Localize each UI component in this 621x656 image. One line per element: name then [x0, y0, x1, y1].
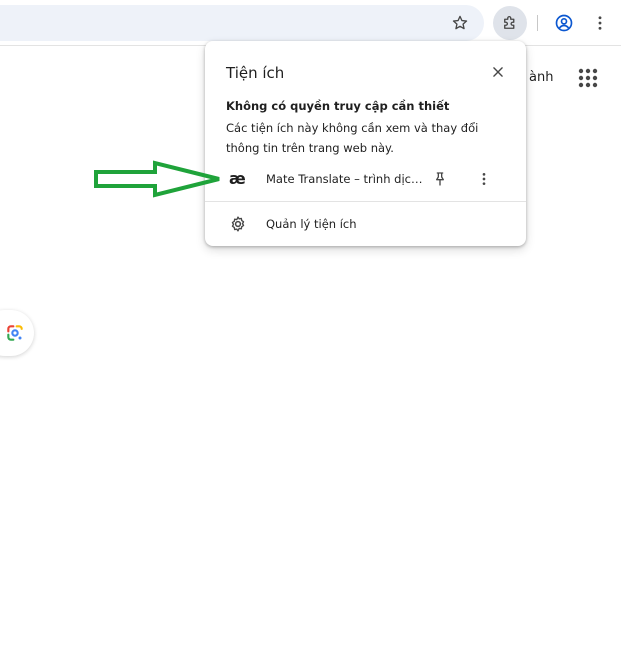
kebab-menu-icon [482, 173, 486, 185]
extensions-button[interactable] [493, 6, 527, 40]
address-bar[interactable] [0, 5, 484, 41]
toolbar-separator [537, 15, 538, 31]
browser-menu-button[interactable] [588, 11, 612, 35]
extension-more-actions-button[interactable] [473, 168, 495, 190]
google-lens-icon [7, 325, 23, 341]
apps-grid-icon [578, 68, 598, 88]
profile-button[interactable] [552, 11, 576, 35]
popup-close-button[interactable] [487, 61, 509, 83]
profile-icon [555, 14, 573, 32]
extension-item-mate-translate[interactable]: æ Mate Translate – trình dịch,... [205, 165, 526, 193]
manage-extensions-label: Quản lý tiện ích [266, 217, 357, 231]
kebab-menu-icon [598, 16, 602, 30]
google-lens-button[interactable] [0, 310, 34, 356]
mate-translate-logo-icon: æ [229, 169, 246, 188]
browser-toolbar [0, 0, 621, 46]
browser-window: ành Tiện ích Không có quyền truy cập cần… [0, 0, 621, 656]
annotation-arrow-icon [94, 160, 220, 198]
star-icon [452, 15, 468, 30]
no-access-description: Các tiện ích này không cần xem và thay đ… [226, 121, 479, 155]
extensions-popup: Tiện ích Không có quyền truy cập cần thi… [205, 41, 526, 246]
popup-divider [205, 201, 526, 202]
close-icon [493, 67, 503, 77]
extension-name: Mate Translate – trình dịch,... [266, 172, 426, 186]
manage-extensions-button[interactable]: Quản lý tiện ích [205, 210, 526, 238]
no-access-heading: Không có quyền truy cập cần thiết [226, 99, 450, 113]
page-header-partial-link[interactable]: ành [529, 70, 553, 85]
puzzle-icon [504, 16, 515, 29]
google-apps-button[interactable] [576, 66, 600, 90]
gear-icon [231, 216, 245, 232]
pin-icon [436, 172, 444, 186]
bookmark-star-button[interactable] [448, 11, 472, 35]
pin-extension-button[interactable] [429, 168, 451, 190]
popup-title: Tiện ích [226, 64, 285, 82]
